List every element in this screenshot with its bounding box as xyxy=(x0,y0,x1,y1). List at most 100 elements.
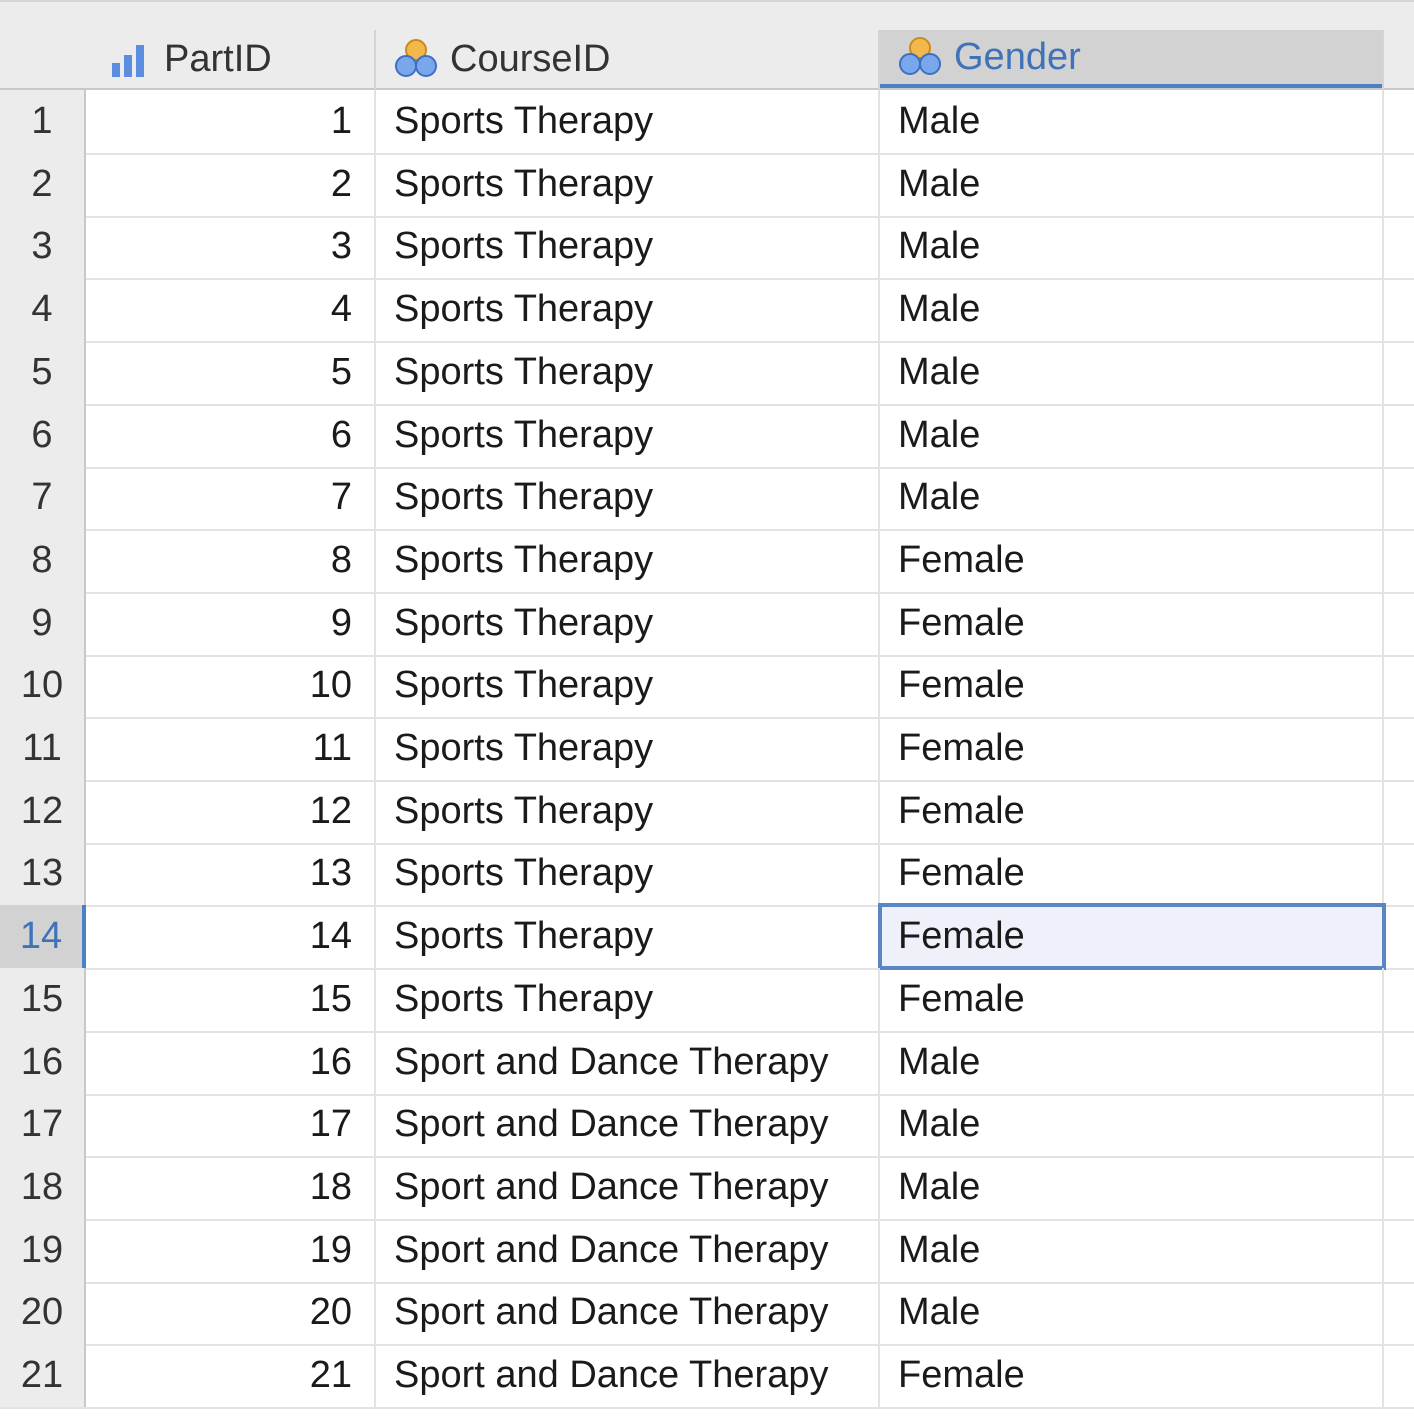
cell-partid[interactable]: 14 xyxy=(88,905,376,969)
cell-courseid[interactable]: Sports Therapy xyxy=(376,717,880,780)
cell-gender[interactable]: Male xyxy=(880,1093,1384,1157)
row-number[interactable]: 2 xyxy=(0,152,86,216)
cell-partid[interactable]: 7 xyxy=(88,466,376,530)
cell-partid[interactable]: 21 xyxy=(88,1344,376,1407)
cell-gender[interactable]: Female xyxy=(880,779,1384,843)
cell-courseid[interactable]: Sports Therapy xyxy=(376,779,880,843)
row-number[interactable]: 12 xyxy=(0,779,86,843)
table-row: 16 16 Sport and Dance Therapy Male xyxy=(0,1030,1414,1096)
cell-gender-selected[interactable]: Female xyxy=(878,903,1386,971)
cell-courseid[interactable]: Sports Therapy xyxy=(376,528,880,592)
cell-courseid[interactable]: Sports Therapy xyxy=(376,466,880,530)
cell-partid[interactable]: 2 xyxy=(88,152,376,216)
cell-gender[interactable]: Male xyxy=(880,90,1384,153)
row-number[interactable]: 15 xyxy=(0,967,86,1031)
row-number[interactable]: 6 xyxy=(0,403,86,467)
table-row: 7 7 Sports Therapy Male xyxy=(0,466,1414,532)
row-number[interactable]: 4 xyxy=(0,278,86,342)
cell-partid[interactable]: 18 xyxy=(88,1155,376,1219)
cell-courseid[interactable]: Sports Therapy xyxy=(376,403,880,467)
cell-courseid[interactable]: Sport and Dance Therapy xyxy=(376,1155,880,1219)
column-header-courseid[interactable]: CourseID xyxy=(394,30,878,88)
cell-courseid[interactable]: Sports Therapy xyxy=(376,905,880,969)
cell-partid[interactable]: 6 xyxy=(88,403,376,467)
cell-courseid[interactable]: Sports Therapy xyxy=(376,340,880,404)
cell-partid[interactable]: 1 xyxy=(88,90,376,153)
row-number[interactable]: 8 xyxy=(0,528,86,592)
row-number[interactable]: 18 xyxy=(0,1155,86,1219)
cell-gender[interactable]: Male xyxy=(880,152,1384,216)
cell-gender[interactable]: Female xyxy=(880,967,1384,1031)
cell-gender[interactable]: Male xyxy=(880,1281,1384,1345)
column-header-partid[interactable]: PartID xyxy=(108,30,374,88)
cell-courseid[interactable]: Sports Therapy xyxy=(376,215,880,279)
nominal-circles-icon xyxy=(394,37,438,81)
table-row: 11 11 Sports Therapy Female xyxy=(0,717,1414,782)
cell-gender[interactable]: Male xyxy=(880,1155,1384,1219)
column-header-label: Gender xyxy=(954,35,1081,78)
cell-partid[interactable]: 9 xyxy=(88,591,376,655)
row-number[interactable]: 1 xyxy=(0,90,86,153)
cell-courseid[interactable]: Sport and Dance Therapy xyxy=(376,1218,880,1282)
table-row: 10 10 Sports Therapy Female xyxy=(0,654,1414,720)
row-number[interactable]: 21 xyxy=(0,1344,86,1407)
cell-gender[interactable]: Female xyxy=(880,591,1384,655)
column-header-gender[interactable]: Gender xyxy=(880,30,1384,88)
cell-partid[interactable]: 3 xyxy=(88,215,376,279)
table-row: 1 1 Sports Therapy Male xyxy=(0,90,1414,155)
cell-partid[interactable]: 4 xyxy=(88,278,376,342)
cell-gender[interactable]: Female xyxy=(880,654,1384,718)
row-number[interactable]: 5 xyxy=(0,340,86,404)
cell-gender[interactable]: Male xyxy=(880,278,1384,342)
cell-gender[interactable]: Female xyxy=(880,717,1384,780)
row-number[interactable]: 20 xyxy=(0,1281,86,1345)
cell-partid[interactable]: 5 xyxy=(88,340,376,404)
row-number[interactable]: 10 xyxy=(0,654,86,718)
table-row: 14 14 Sports Therapy Female xyxy=(0,903,1414,971)
cell-partid[interactable]: 16 xyxy=(88,1030,376,1094)
row-number[interactable]: 9 xyxy=(0,591,86,655)
cell-partid[interactable]: 8 xyxy=(88,528,376,592)
row-number[interactable]: 7 xyxy=(0,466,86,530)
cell-courseid[interactable]: Sports Therapy xyxy=(376,967,880,1031)
cell-partid[interactable]: 20 xyxy=(88,1281,376,1345)
cell-courseid[interactable]: Sport and Dance Therapy xyxy=(376,1030,880,1094)
cell-courseid[interactable]: Sports Therapy xyxy=(376,842,880,906)
cell-gender[interactable]: Male xyxy=(880,1030,1384,1094)
cell-partid[interactable]: 13 xyxy=(88,842,376,906)
table-row: 15 15 Sports Therapy Female xyxy=(0,967,1414,1033)
cell-courseid[interactable]: Sport and Dance Therapy xyxy=(376,1344,880,1407)
cell-courseid[interactable]: Sports Therapy xyxy=(376,152,880,216)
row-number[interactable]: 11 xyxy=(0,717,86,780)
cell-partid[interactable]: 12 xyxy=(88,779,376,843)
column-divider xyxy=(1382,30,1384,90)
cell-gender[interactable]: Male xyxy=(880,340,1384,404)
row-number[interactable]: 16 xyxy=(0,1030,86,1094)
cell-courseid[interactable]: Sports Therapy xyxy=(376,90,880,153)
cell-partid[interactable]: 11 xyxy=(88,717,376,780)
cell-partid[interactable]: 17 xyxy=(88,1093,376,1157)
row-number[interactable]: 14 xyxy=(0,905,86,969)
nominal-circles-icon xyxy=(898,35,942,79)
row-number[interactable]: 3 xyxy=(0,215,86,279)
row-number[interactable]: 13 xyxy=(0,842,86,906)
column-header-label: PartID xyxy=(164,37,272,80)
row-number[interactable]: 19 xyxy=(0,1218,86,1282)
cell-gender[interactable]: Male xyxy=(880,466,1384,530)
cell-courseid[interactable]: Sports Therapy xyxy=(376,591,880,655)
cell-gender[interactable]: Female xyxy=(880,842,1384,906)
cell-gender[interactable]: Female xyxy=(880,1344,1384,1407)
cell-courseid[interactable]: Sport and Dance Therapy xyxy=(376,1281,880,1345)
cell-partid[interactable]: 19 xyxy=(88,1218,376,1282)
cell-gender[interactable]: Male xyxy=(880,215,1384,279)
row-number[interactable]: 17 xyxy=(0,1093,86,1157)
cell-gender[interactable]: Male xyxy=(880,1218,1384,1282)
cell-gender[interactable]: Male xyxy=(880,403,1384,467)
cell-partid[interactable]: 10 xyxy=(88,654,376,718)
cell-courseid[interactable]: Sport and Dance Therapy xyxy=(376,1093,880,1157)
table-row: 5 5 Sports Therapy Male xyxy=(0,340,1414,406)
cell-courseid[interactable]: Sports Therapy xyxy=(376,654,880,718)
cell-partid[interactable]: 15 xyxy=(88,967,376,1031)
cell-gender[interactable]: Female xyxy=(880,528,1384,592)
cell-courseid[interactable]: Sports Therapy xyxy=(376,278,880,342)
